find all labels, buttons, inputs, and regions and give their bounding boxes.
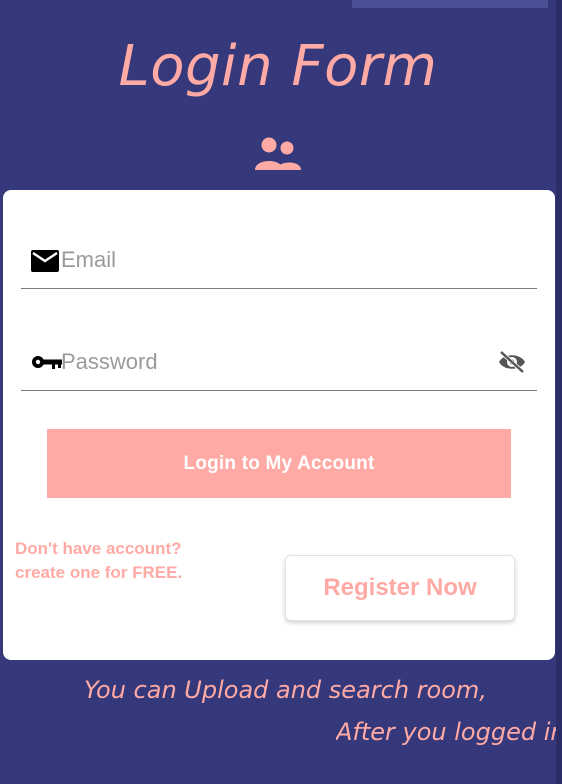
- mail-icon: [31, 250, 59, 272]
- footer-line2: After you logged in: [336, 718, 556, 746]
- register-button[interactable]: Register Now: [285, 555, 515, 621]
- footer-line1: You can Upload and search room,: [84, 676, 487, 704]
- login-button[interactable]: Login to My Account: [47, 429, 511, 498]
- login-card: Login to My Account Don't have account? …: [3, 190, 555, 660]
- email-input[interactable]: [61, 232, 481, 288]
- key-icon: [32, 356, 62, 369]
- signup-hint-line2: create one for FREE.: [15, 563, 183, 582]
- password-field: [21, 334, 537, 391]
- people-icon: [255, 137, 301, 170]
- eye-off-icon[interactable]: [497, 350, 527, 374]
- right-edge: [556, 0, 562, 784]
- page-title: Login Form: [118, 34, 438, 99]
- email-field: [21, 232, 537, 289]
- password-input[interactable]: [61, 334, 481, 390]
- signup-hint-line1: Don't have account?: [15, 539, 182, 558]
- signup-hint: Don't have account? create one for FREE.: [15, 537, 182, 585]
- top-strip: [352, 0, 548, 8]
